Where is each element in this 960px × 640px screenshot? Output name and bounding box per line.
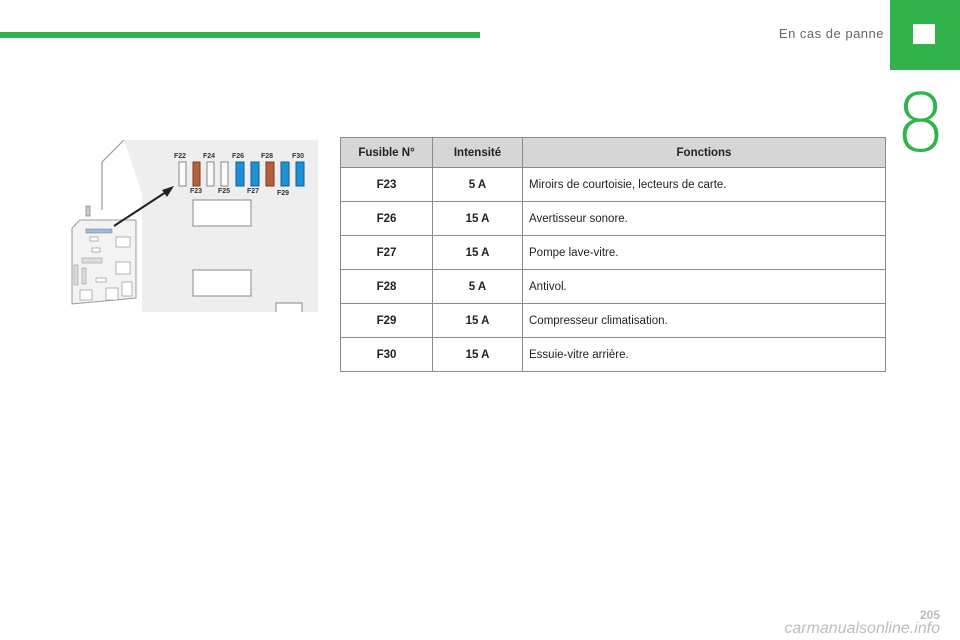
fuse-label-top: F26 — [232, 153, 244, 160]
fuse-f24 — [206, 161, 215, 187]
chapter-square-icon — [913, 24, 935, 44]
fuse-label-bottom: F23 — [190, 188, 202, 195]
fuse-number-cell: F26 — [340, 201, 433, 236]
fuse-label-bottom: F25 — [218, 188, 230, 195]
connector-tab — [275, 302, 303, 312]
panel-outline — [101, 139, 125, 210]
intensity-cell: 5 A — [432, 269, 523, 304]
intensity-cell: 15 A — [432, 235, 523, 270]
table-row: F28 5 A Antivol. — [340, 269, 886, 304]
fuse-label-top: F22 — [174, 153, 186, 160]
function-cell: Antivol. — [522, 269, 886, 304]
fuse-number-cell: F29 — [340, 303, 433, 338]
intensity-cell: 15 A — [432, 201, 523, 236]
relay-upper — [192, 199, 252, 227]
fuse-f22 — [178, 161, 187, 187]
header-intensity: Intensité — [432, 137, 523, 168]
relay-lower — [192, 269, 252, 297]
intensity-cell: 5 A — [432, 167, 523, 202]
fuse-box-diagram: F22 F24 F26 F28 F30 F23 F25 F27 F29 — [66, 139, 318, 312]
fuse-f29 — [280, 161, 290, 187]
function-cell: Essuie-vitre arrière. — [522, 337, 886, 372]
table-row: F23 5 A Miroirs de courtoisie, lecteurs … — [340, 167, 886, 202]
watermark: carmanualsonline.info — [784, 620, 940, 637]
fuse-label-bottom: F29 — [277, 190, 289, 197]
chapter-tab — [890, 0, 960, 70]
fuse-box-illustration: F22 F24 F26 F28 F30 F23 F25 F27 F29 — [71, 139, 318, 312]
fuse-label-top: F24 — [203, 153, 215, 160]
fuse-table: Fusible N° Intensité Fonctions F23 5 A M… — [340, 137, 886, 372]
header-accent-bar — [0, 32, 480, 38]
function-cell: Pompe lave-vitre. — [522, 235, 886, 270]
fuse-f23 — [192, 161, 201, 187]
header-fuse-number: Fusible N° — [340, 137, 433, 168]
fuse-row — [178, 161, 305, 187]
fuse-label-bottom: F27 — [247, 188, 259, 195]
fuse-f28 — [265, 161, 275, 187]
table-row: F26 15 A Avertisseur sonore. — [340, 201, 886, 236]
overview-box — [71, 205, 137, 305]
header-functions: Fonctions — [522, 137, 886, 168]
fuse-number-cell: F28 — [340, 269, 433, 304]
fuse-number-cell: F30 — [340, 337, 433, 372]
section-title: En cas de panne — [778, 26, 884, 41]
intensity-cell: 15 A — [432, 303, 523, 338]
function-cell: Compresseur climatisation. — [522, 303, 886, 338]
table-header-row: Fusible N° Intensité Fonctions — [340, 137, 886, 168]
fuse-number-cell: F23 — [340, 167, 433, 202]
fuse-f27 — [250, 161, 260, 187]
fuse-f26 — [235, 161, 245, 187]
fuse-label-top: F30 — [292, 153, 304, 160]
fuse-f25 — [220, 161, 229, 187]
table-row: F27 15 A Pompe lave-vitre. — [340, 235, 886, 270]
fuse-label-top: F28 — [261, 153, 273, 160]
intensity-cell: 15 A — [432, 337, 523, 372]
function-cell: Miroirs de courtoisie, lecteurs de carte… — [522, 167, 886, 202]
function-cell: Avertisseur sonore. — [522, 201, 886, 236]
fuse-number-cell: F27 — [340, 235, 433, 270]
chapter-number: 8 — [895, 77, 946, 170]
table-row: F29 15 A Compresseur climatisation. — [340, 303, 886, 338]
table-row: F30 15 A Essuie-vitre arrière. — [340, 337, 886, 372]
fuse-f30 — [295, 161, 305, 187]
